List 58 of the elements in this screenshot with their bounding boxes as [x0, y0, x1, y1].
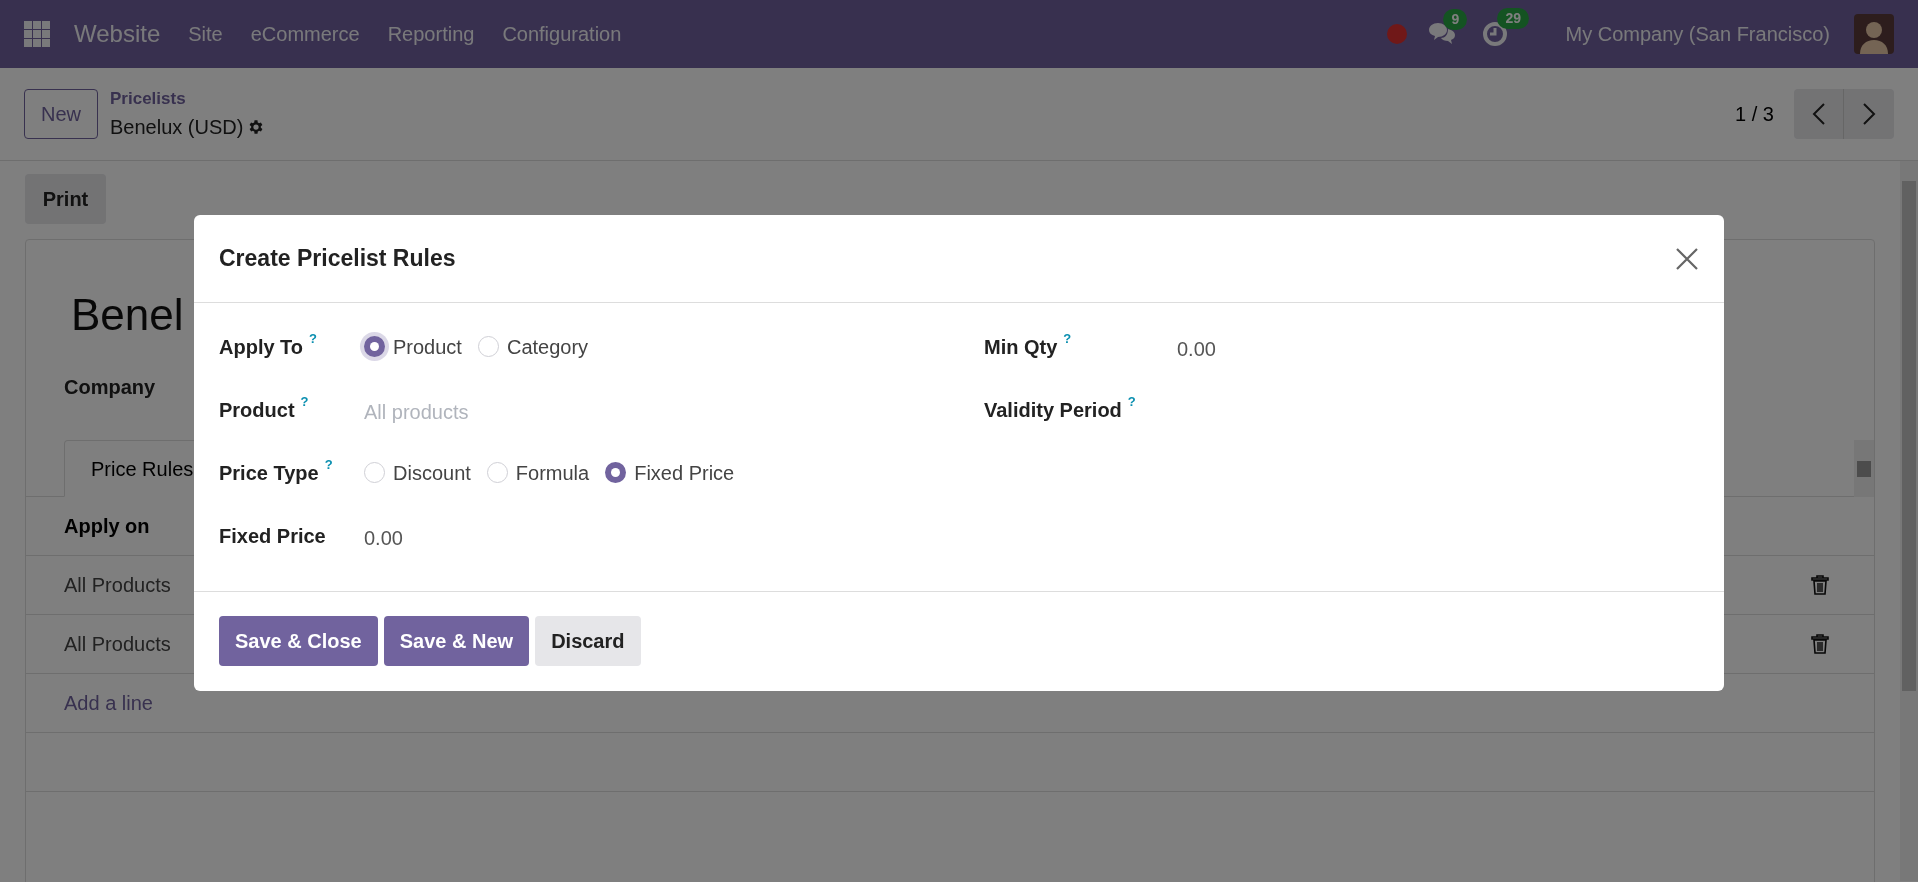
radio-button[interactable]	[364, 462, 385, 483]
scrollbar[interactable]	[1900, 161, 1918, 881]
add-line-link[interactable]: Add a line	[64, 688, 153, 718]
new-button[interactable]: New	[24, 89, 98, 139]
previous-button[interactable]	[1794, 89, 1844, 139]
menu-item[interactable]: Reporting	[387, 19, 475, 49]
input-field[interactable]: 0.00	[364, 518, 664, 553]
table-cell-text: All Products	[64, 632, 171, 657]
chevron-left-icon	[1811, 102, 1826, 126]
radio-button[interactable]	[364, 336, 385, 357]
help-mark[interactable]: ?	[1063, 331, 1072, 346]
count-badge: 29	[1497, 8, 1530, 29]
radio-button[interactable]	[605, 462, 627, 483]
breadcrumb-link[interactable]: Pricelists	[110, 86, 266, 112]
print-button[interactable]: Print	[25, 174, 106, 224]
radio-option[interactable]: Product	[364, 331, 462, 362]
field-label: Fixed Price	[219, 523, 326, 549]
field-label: Price Type	[219, 460, 319, 486]
help-mark[interactable]: ?	[309, 331, 317, 346]
radio-button[interactable]	[477, 336, 499, 357]
app-name[interactable]: Website	[74, 16, 161, 52]
field-label: Apply To	[219, 334, 304, 360]
close-icon[interactable]	[1675, 246, 1699, 271]
dialog-button[interactable]: Save & Close	[219, 616, 378, 666]
help-mark[interactable]: ?	[300, 394, 309, 409]
dialog-button[interactable]: Save & New	[383, 616, 530, 666]
chevron-right-icon	[1862, 102, 1876, 126]
input-field[interactable]: 0.00	[1177, 329, 1477, 364]
menu-item[interactable]: Site	[188, 19, 223, 49]
apps-menu-icon[interactable]	[24, 21, 50, 47]
field-label: Validity Period	[984, 397, 1122, 423]
record-title: Benel	[71, 289, 184, 341]
company-switcher[interactable]: My Company (San Francisco)	[1565, 19, 1830, 49]
field-label: Product	[219, 397, 295, 423]
field-label: Company	[64, 375, 156, 400]
help-mark[interactable]: ?	[1127, 394, 1136, 409]
column-header[interactable]: Apply on	[64, 511, 150, 541]
radio-option[interactable]: Category	[477, 331, 589, 362]
record-name: Benelux (USD)	[110, 114, 244, 140]
menu-item[interactable]: eCommerce	[250, 19, 360, 49]
scrollbar[interactable]	[1854, 440, 1874, 497]
help-mark[interactable]: ?	[324, 457, 333, 472]
menu-item[interactable]: Configuration	[502, 19, 622, 49]
radio-option[interactable]: Formula	[486, 457, 590, 488]
avatar[interactable]	[1854, 14, 1894, 54]
count-badge: 9	[1443, 9, 1468, 30]
input-field[interactable]: All products	[364, 392, 664, 427]
dialog-button[interactable]: Discard	[535, 616, 641, 666]
radio-option[interactable]: Fixed Price	[605, 457, 735, 488]
radio-button[interactable]	[486, 462, 508, 483]
table-cell-text: All Products	[64, 573, 171, 598]
trash-icon[interactable]	[1811, 634, 1829, 654]
dialog-title: Create Pricelist Rules	[219, 244, 456, 274]
radio-option[interactable]: Discount	[364, 457, 471, 488]
next-button[interactable]	[1844, 89, 1894, 139]
pager-value: 1 / 3	[1735, 102, 1774, 127]
trash-icon[interactable]	[1811, 575, 1829, 595]
field-label: Min Qty	[984, 334, 1058, 360]
